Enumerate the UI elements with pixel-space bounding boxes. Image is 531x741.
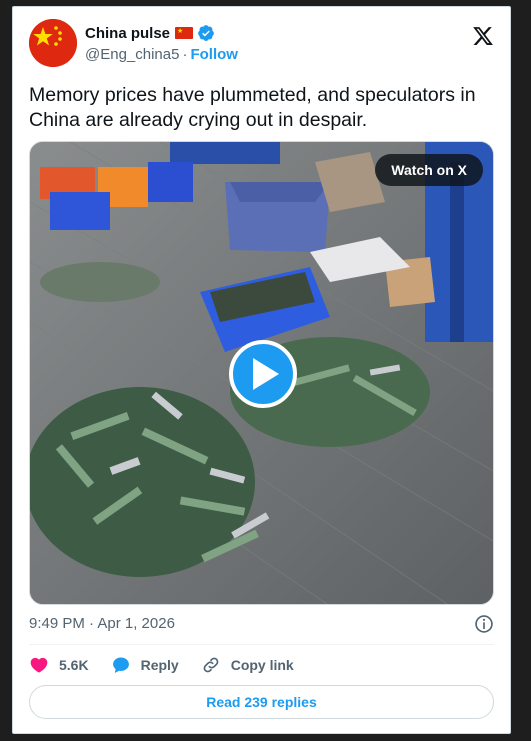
tweet-text: Memory prices have plummeted, and specul… <box>29 84 476 131</box>
display-name[interactable]: China pulse <box>85 25 170 42</box>
copy-link-button[interactable]: Copy link <box>201 655 294 675</box>
author-info: China pulse ★ @Eng_china5 · Follow <box>85 23 238 65</box>
tweet-card: China pulse ★ @Eng_china5 · Follow Memor… <box>12 6 511 734</box>
handle[interactable]: @Eng_china5 <box>85 46 179 63</box>
avatar[interactable] <box>29 19 77 67</box>
heart-icon <box>30 657 48 673</box>
play-button[interactable] <box>229 340 297 408</box>
china-flag-icon: ★ <box>175 27 194 39</box>
info-icon[interactable] <box>474 614 494 634</box>
reply-button[interactable]: Reply <box>111 655 179 675</box>
action-bar: 5.6K Reply Copy link <box>29 653 316 677</box>
x-logo-icon[interactable] <box>472 25 494 47</box>
watch-on-x-button[interactable]: Watch on X <box>375 154 483 186</box>
verified-badge-icon <box>198 25 214 41</box>
like-count: 5.6K <box>59 657 89 673</box>
link-icon <box>203 657 219 673</box>
play-icon <box>253 358 279 390</box>
separator-dot: · <box>182 45 188 63</box>
divider <box>29 644 494 645</box>
read-replies-button[interactable]: Read 239 replies <box>29 685 494 719</box>
like-button[interactable]: 5.6K <box>29 655 89 675</box>
video-media[interactable]: Watch on X <box>29 141 494 605</box>
reply-icon <box>112 657 129 673</box>
timestamp[interactable]: 9:49 PM · Apr 1, 2026 <box>29 615 175 632</box>
copy-link-label: Copy link <box>230 657 294 673</box>
tweet-header: China pulse ★ @Eng_china5 · Follow <box>29 19 494 71</box>
follow-button[interactable]: Follow <box>190 46 238 63</box>
reply-label: Reply <box>140 657 179 673</box>
